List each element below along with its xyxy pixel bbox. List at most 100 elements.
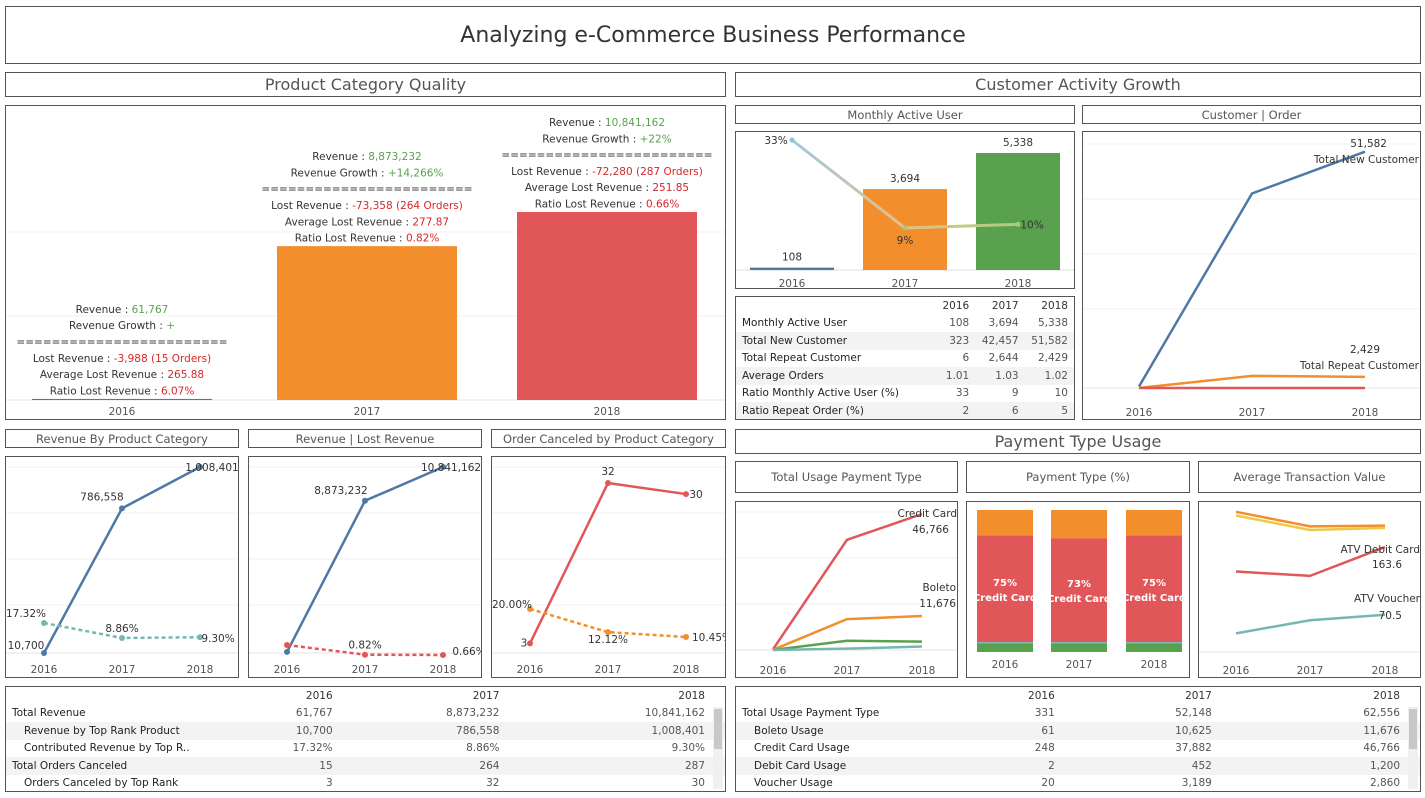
bar-annotation: Average Lost Revenue : 277.87 [285,216,449,228]
series-point [41,620,47,626]
bar-annotation: Ratio Lost Revenue : 0.66% [535,199,680,211]
segment-name-label: Credit Card [1122,593,1186,604]
series-point [119,505,125,512]
table-cell: 42,457 [975,332,1025,350]
x-tick-label: 2018 [1372,665,1399,677]
bar-annotation: ======================== [261,184,472,196]
stack-segment [1051,643,1107,652]
bar-2017 [277,246,457,400]
bar-annotation: Revenue Growth : + [69,320,175,332]
table-cell: 46,766 [1363,742,1400,755]
pay-pct-header: Payment Type (%) [966,461,1190,493]
table-cell: 1.03 [975,367,1025,385]
stack-segment [1051,510,1107,539]
series-line [1138,374,1366,390]
table-cell: 452 [1060,757,1218,775]
table-row: Revenue by Top Rank Product 10,700 786,558… [6,722,725,740]
table-cell: 8.86% [466,742,500,755]
x-tick-label: 2017 [595,664,622,676]
cancel-cat-chart: 2016 2017 2018 3 32 30 20.00% 12.12% 10.45% [492,466,725,676]
series-value-label: 2,429 [1350,344,1380,356]
bar-value-label: 108 [782,252,802,264]
table-cell: 37,882 [1175,742,1212,755]
atv-chart: 2016 2017 2018 ATV Debit Card 163.6 ATV Vouch… [1199,510,1421,677]
table-cell: 52,148 [1175,707,1212,720]
bar-annotation: Lost Revenue : -73,358 (264 Orders) [271,200,463,212]
x-tick-label: 2017 [109,664,136,676]
series-line [1137,150,1366,388]
stack-segment [977,510,1033,536]
table-cell: 786,558 [338,722,506,740]
table-cell: 2,429 [1037,352,1068,365]
bar-annotation: Ratio Lost Revenue : 0.82% [295,233,440,245]
series-line [771,512,923,650]
row-label: Total Usage Payment Type [742,707,880,720]
point-label: 786,558 [80,491,123,503]
ratio-point [789,137,795,143]
bar-annotation: Lost Revenue : -3,988 (15 Orders) [33,353,211,365]
table-cell: 248 [1034,742,1055,755]
revenue-table-scrollbar[interactable] [713,707,723,789]
payment-table-scrollbar[interactable] [1408,707,1418,789]
x-tick-label: 2016 [31,664,58,676]
table-cell: 1.02 [1024,367,1074,385]
x-tick-label: 2016 [760,665,787,677]
rev-lost-chart: 2016 2017 2018 8,873,232 10,841,162 0.82% 0.66… [249,462,481,676]
point-label: 9.30% [201,633,234,645]
table-cell: 11,676 [1217,722,1420,740]
customer-table: 2016 2017 2018 Monthly Active User 108 3,6… [736,297,1074,419]
table-row: Ratio Repeat Order (%) 2 6 5 [736,402,1074,419]
customer-table-header: 2018 [1041,299,1068,312]
x-tick-label: 2016 [779,278,806,289]
series-value-label: 70.5 [1379,610,1402,622]
page-title: Analyzing e-Commerce Business Performanc… [460,22,966,48]
row-label: Monthly Active User [742,317,848,330]
x-tick-label: 2018 [187,664,214,676]
series-value-label: 163.6 [1372,559,1402,571]
table-cell: 8,873,232 [446,707,500,720]
series-point [527,640,533,647]
cust-order-header: Customer | Order [1082,105,1421,124]
rev-cat-header: Revenue By Product Category [5,429,239,448]
x-tick-label: 2016 [1126,407,1153,419]
section-payment-header: Payment Type Usage [735,429,1421,454]
table-cell: 20 [1041,777,1055,790]
bar-annotation: Average Lost Revenue : 251.85 [525,182,689,194]
table-cell: 108 [949,317,970,330]
product-quality-panel: 2016 Revenue : 61,767 Revenue Growth : + ==… [5,105,726,420]
table-row: Orders Canceled by Top Rank 3 32 30 [6,775,725,792]
table-row: Debit Card Usage 2 452 1,200 [736,757,1420,775]
table-row: Boleto Usage 61 10,625 11,676 [736,722,1420,740]
series-point [683,491,689,498]
section-customer-title: Customer Activity Growth [975,75,1181,94]
bar-annotation: Ratio Lost Revenue : 6.07% [50,385,195,397]
ratio-label: 9% [897,235,914,247]
table-cell: 1,008,401 [505,722,725,740]
x-tick-label: 2018 [1141,659,1168,671]
x-tick-label: 2018 [1005,278,1032,289]
series-name-label: ATV Voucher [1354,593,1421,605]
table-cell: 1.01 [936,367,976,385]
series-point [440,652,446,658]
table-row: Credit Card Usage 248 37,882 46,766 [736,740,1420,758]
table-cell: 2 [936,402,976,419]
stack-segment [977,643,1033,652]
point-label: 30 [689,489,702,501]
series-point [362,497,368,504]
x-tick-label: 2017 [352,664,379,676]
scrollbar-thumb[interactable] [1409,709,1417,749]
payment-table-header: 2018 [1373,689,1400,702]
table-cell: 32 [486,777,500,790]
series-name-label: Boleto [922,582,956,594]
cancel-cat-header: Order Canceled by Product Category [491,429,726,448]
table-cell: 323 [936,332,976,350]
stack-segment [1126,510,1182,536]
row-label: Total Repeat Customer [742,352,862,365]
segment-pct-label: 73% [1067,579,1091,590]
scrollbar-thumb[interactable] [714,709,722,749]
point-label: 32 [601,466,614,478]
series-value-label: 51,582 [1350,138,1387,150]
table-cell: 6 [975,402,1025,419]
pay-pct-title: Payment Type (%) [1026,470,1130,484]
table-cell: 17.32% [292,742,333,755]
